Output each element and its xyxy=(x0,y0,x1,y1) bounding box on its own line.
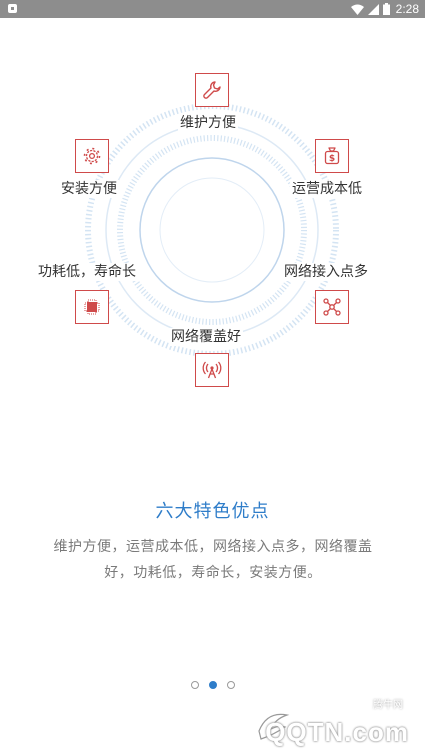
status-time: 2:28 xyxy=(395,2,419,16)
page-dot-3[interactable] xyxy=(226,681,235,689)
money-bag-icon: $ xyxy=(322,146,342,166)
feature-icon-box-power xyxy=(75,290,109,324)
feature-icon-box-cost: $ xyxy=(315,139,349,173)
page-dot-1[interactable] xyxy=(190,681,199,689)
feature-label-coverage: 网络覆盖好 xyxy=(169,328,243,346)
feature-icon-box-install xyxy=(75,139,109,173)
svg-text:$: $ xyxy=(329,154,335,164)
status-bar-right: 2:28 xyxy=(350,1,419,17)
watermark-text: QQTN.com xyxy=(265,717,409,747)
watermark-small-text: 腾牛网 xyxy=(373,700,403,711)
feature-label-maintenance: 维护方便 xyxy=(178,114,238,132)
watermark: 腾牛网 QQTN.com xyxy=(257,700,417,751)
feature-icon-box-access-points xyxy=(315,290,349,324)
slide-description: 维护方便，运营成本低，网络接入点多，网络覆盖好，功耗低，寿命长，安装方便。 xyxy=(53,539,373,581)
chip-icon xyxy=(82,297,102,317)
app-screen: 2:28 维护方便 $ 运营成本低 安装方便 功耗低，寿命长 网络接入点多 网络… xyxy=(0,0,425,755)
wrench-icon xyxy=(202,80,222,100)
page-dot-2-active[interactable] xyxy=(208,681,217,689)
slide-title: 六大特色优点 xyxy=(155,501,270,522)
wifi-icon xyxy=(350,4,364,15)
ring-group xyxy=(85,103,339,357)
feature-icon-box-coverage xyxy=(195,353,229,387)
battery-icon xyxy=(382,3,390,15)
antenna-icon xyxy=(202,360,222,380)
gear-icon xyxy=(82,146,102,166)
feature-label-power: 功耗低，寿命长 xyxy=(36,263,138,281)
feature-label-access-points: 网络接入点多 xyxy=(282,263,370,281)
network-nodes-icon xyxy=(322,297,342,317)
signal-icon xyxy=(367,3,379,15)
feature-icon-box-maintenance xyxy=(195,73,229,107)
feature-label-install: 安装方便 xyxy=(59,180,119,198)
notification-icon xyxy=(8,4,17,13)
page-indicator xyxy=(0,679,425,691)
status-bar: 2:28 xyxy=(0,0,425,18)
feature-label-cost: 运营成本低 xyxy=(290,180,364,198)
